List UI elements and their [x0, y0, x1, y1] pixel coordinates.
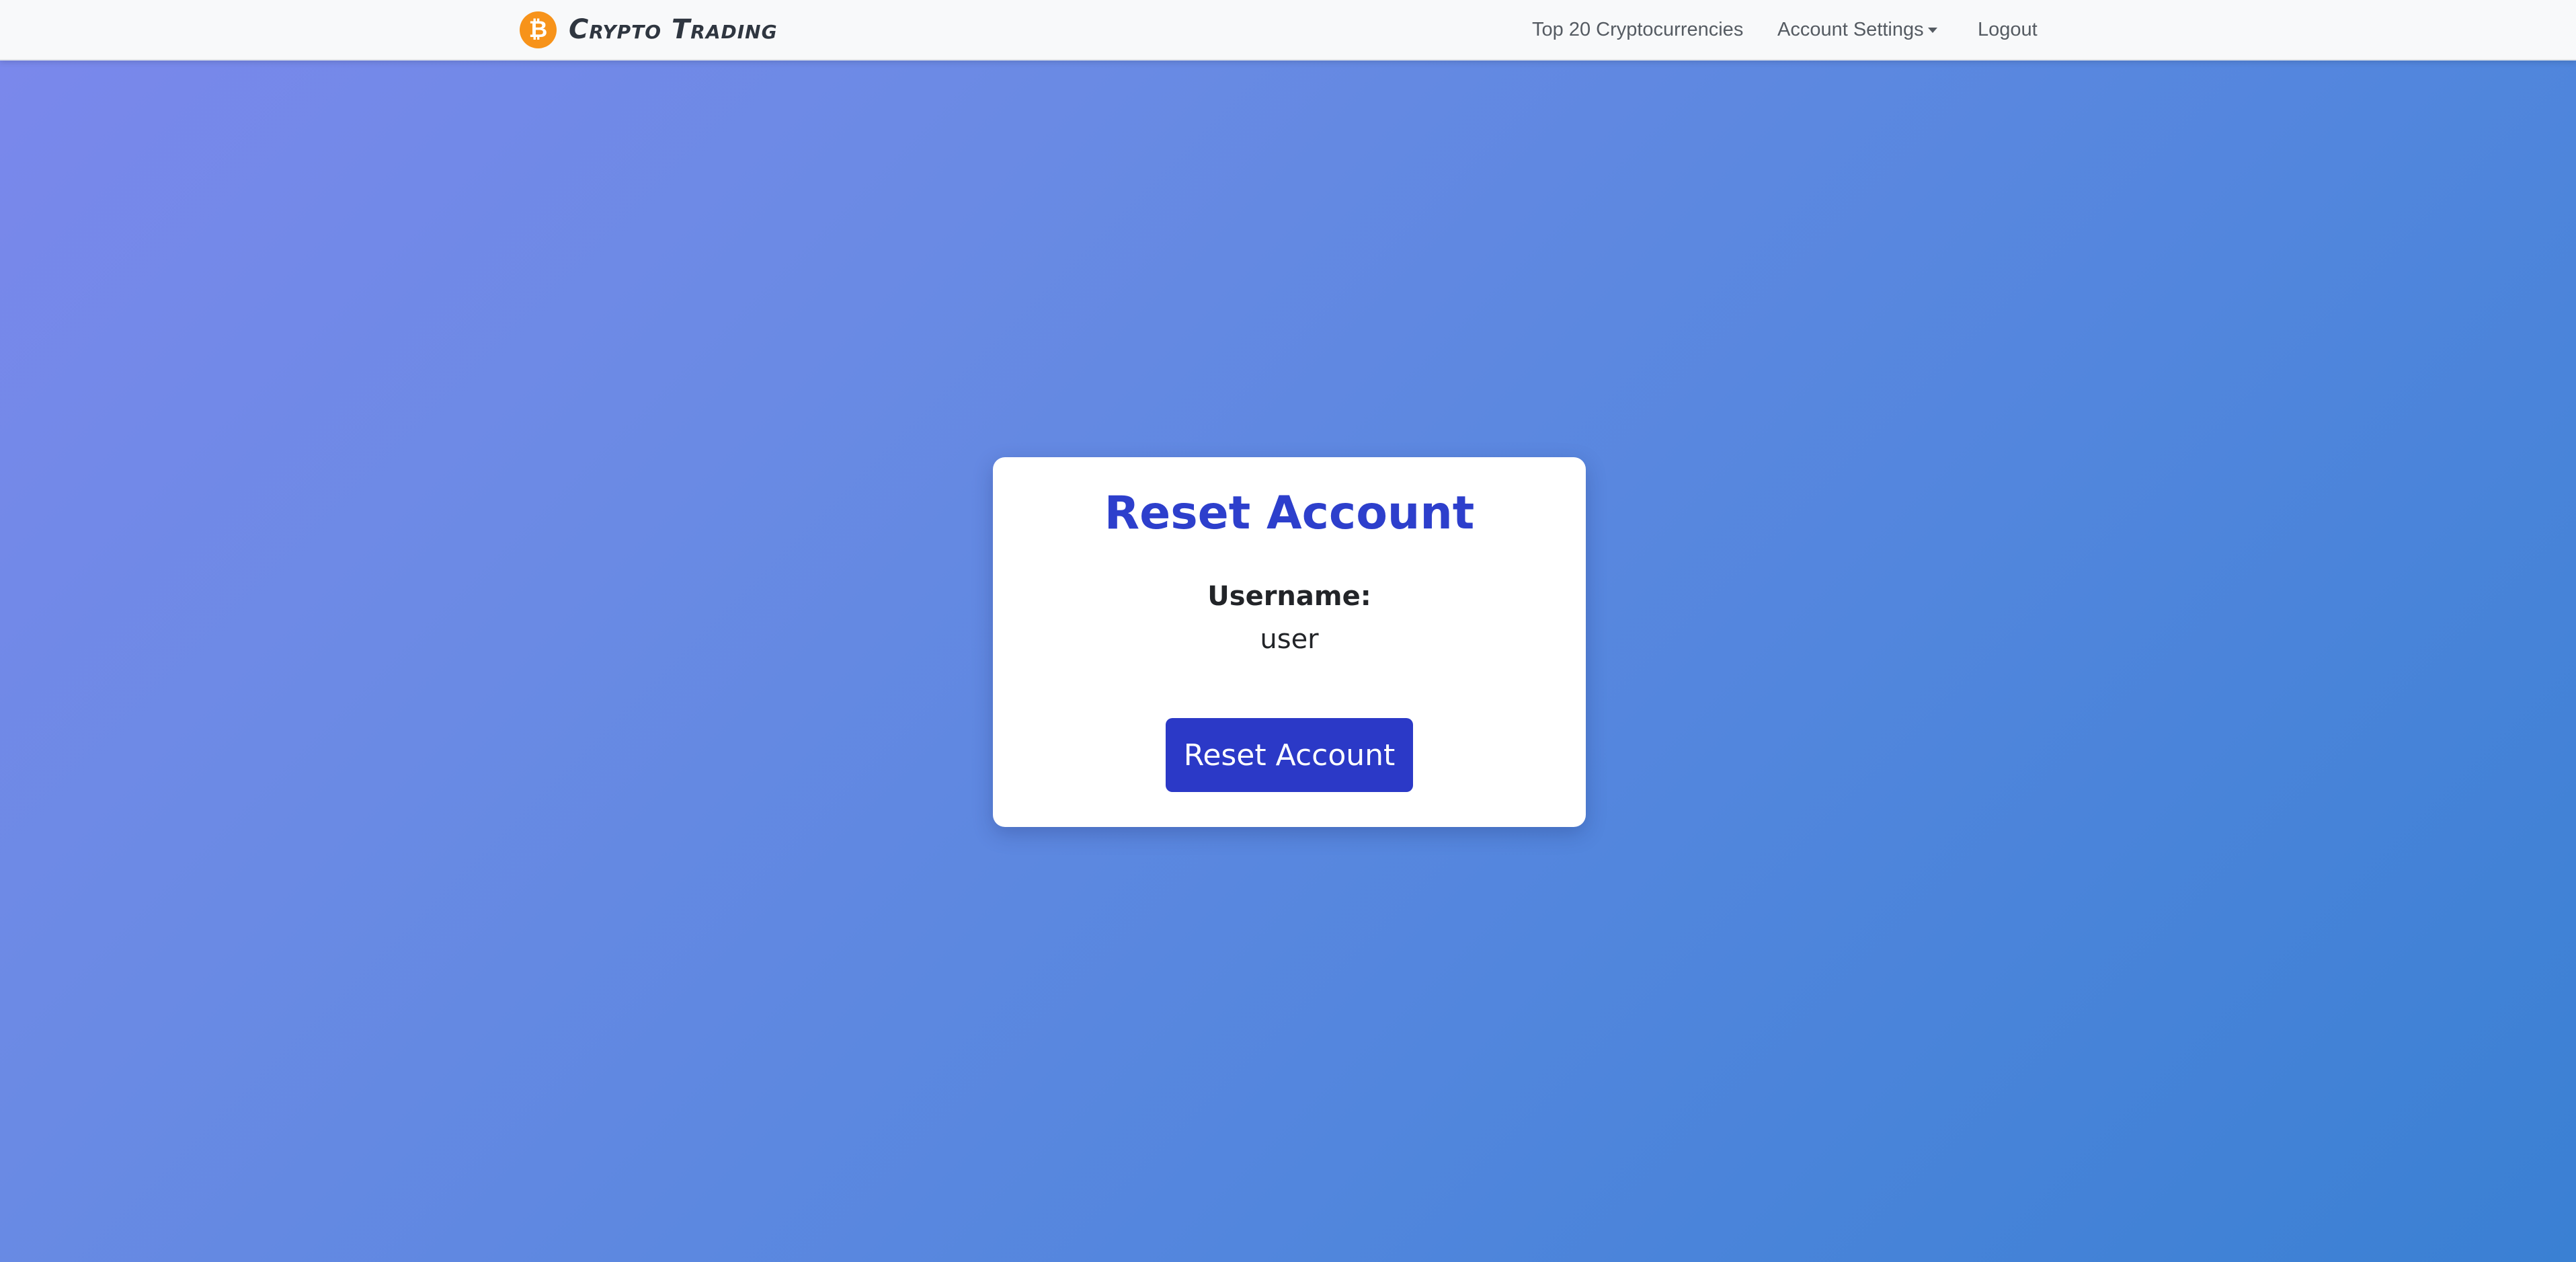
username-label: Username: — [1207, 581, 1371, 612]
reset-account-card: Reset Account Username: user Reset Accou… — [993, 457, 1586, 827]
top-navbar: ₿ Crypto Trading Top 20 Cryptocurrencies… — [0, 0, 2576, 61]
caret-down-icon — [1927, 28, 1937, 33]
nav-dropdown-label: Account Settings — [1777, 18, 1924, 40]
nav-links: Top 20 Cryptocurrencies Account Settings… — [0, 0, 2576, 59]
reset-account-button[interactable]: Reset Account — [1166, 718, 1413, 792]
nav-link-logout[interactable]: Logout — [1978, 0, 2038, 59]
nav-link-top20-cryptocurrencies[interactable]: Top 20 Cryptocurrencies — [1532, 0, 1743, 59]
page-title: Reset Account — [1104, 487, 1475, 540]
username-value: user — [1260, 624, 1319, 655]
nav-dropdown-account-settings[interactable]: Account Settings — [1777, 0, 1937, 59]
